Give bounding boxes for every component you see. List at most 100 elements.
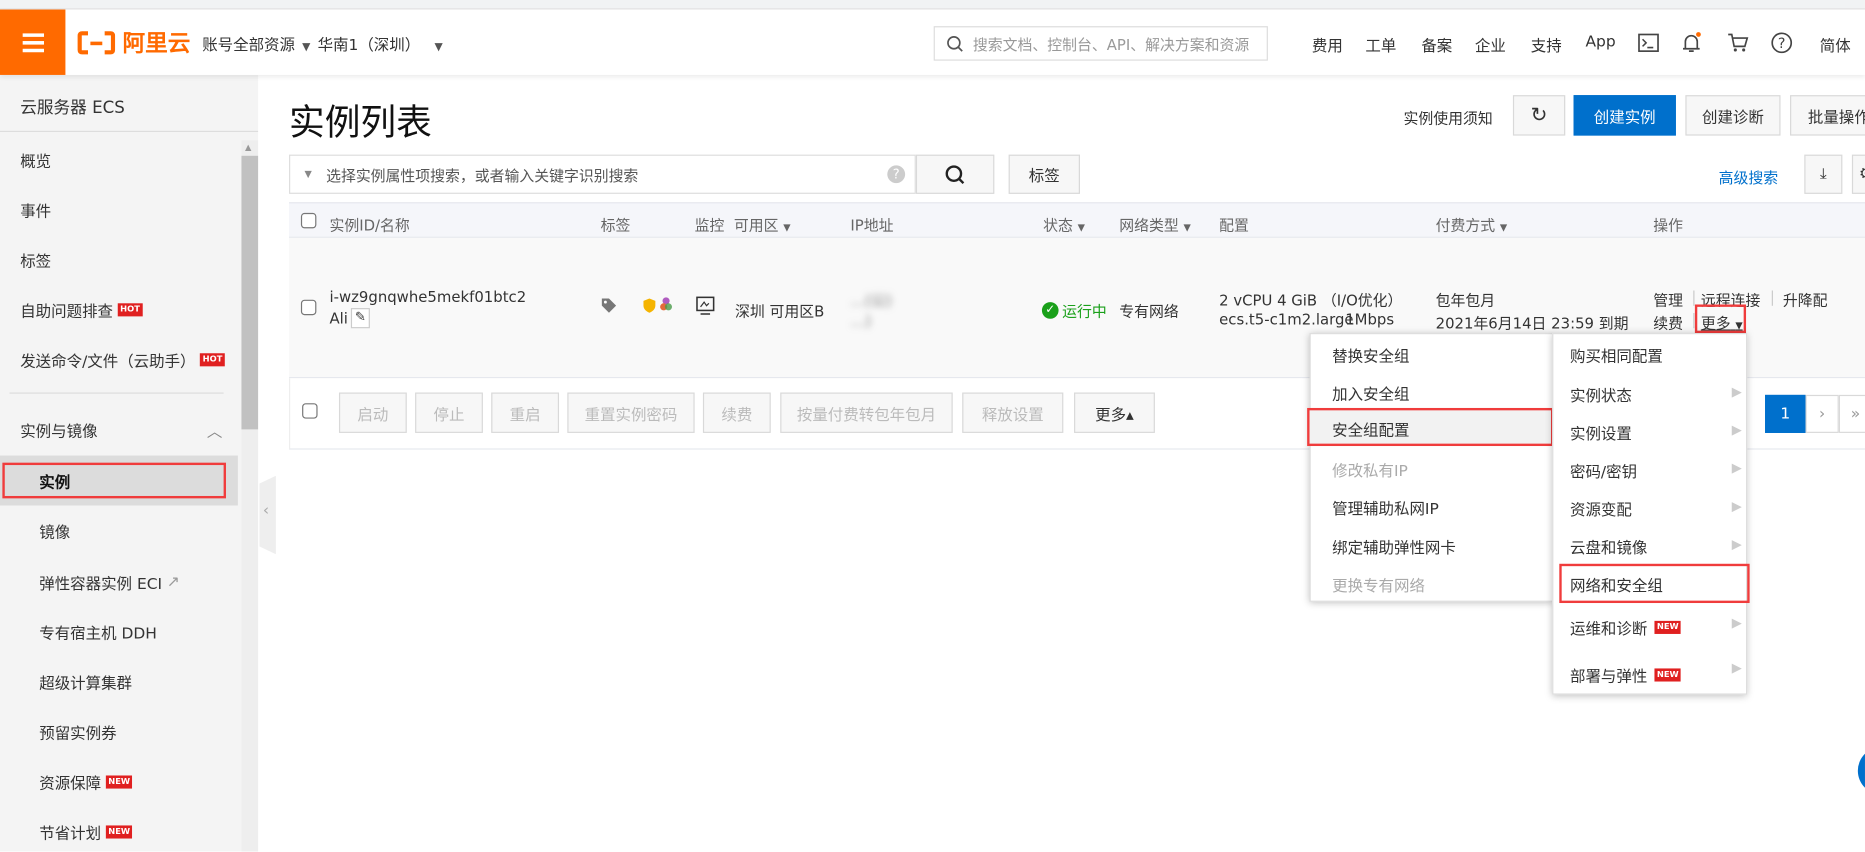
tag-icon[interactable] bbox=[601, 297, 618, 314]
menu-item-buy-same[interactable]: 购买相同配置 bbox=[1570, 344, 1663, 366]
bell-icon[interactable] bbox=[1679, 31, 1703, 55]
manage-link[interactable]: 管理 bbox=[1653, 288, 1683, 311]
sidebar-item-resource-guarantee[interactable]: 资源保障 NEW bbox=[39, 771, 133, 793]
export-button[interactable]: ⤓ bbox=[1804, 154, 1843, 194]
chevron-right-icon: ▶ bbox=[1731, 660, 1742, 676]
hamburger-icon bbox=[22, 32, 44, 52]
help-icon[interactable]: ? bbox=[887, 165, 906, 184]
release-settings-button[interactable]: 释放设置 bbox=[962, 392, 1064, 433]
start-button[interactable]: 启动 bbox=[338, 392, 407, 433]
language-switch[interactable]: 简体 bbox=[1820, 33, 1851, 56]
nav-support[interactable]: 支持 bbox=[1531, 33, 1562, 56]
sidebar-item-savings-plan[interactable]: 节省计划 NEW bbox=[39, 821, 133, 843]
edit-name-icon[interactable]: ✎ bbox=[350, 308, 370, 329]
separator: | bbox=[1691, 287, 1697, 306]
advanced-search-link[interactable]: 高级搜索 bbox=[1719, 165, 1778, 188]
nav-icp[interactable]: 备案 bbox=[1421, 33, 1452, 56]
region-select[interactable]: 华南1（深圳） ▼ bbox=[318, 32, 443, 55]
monitor-chart-icon[interactable] bbox=[696, 296, 715, 315]
more-actions-menu: 购买相同配置 实例状态 ▶ 实例设置 ▶ 密码/密钥 ▶ 资源变配 ▶ 云盘和镜像 ▶ 网… bbox=[1552, 333, 1750, 695]
convert-billing-button[interactable]: 按量付费转包年包月 bbox=[780, 392, 953, 433]
config-spec: 2 vCPU 4 GiB （I/O优化） bbox=[1219, 291, 1403, 310]
sidebar-item-overview[interactable]: 概览 bbox=[20, 149, 51, 171]
account-scope-select[interactable]: 账号全部资源 ▼ bbox=[202, 32, 310, 55]
sidebar-item-tags[interactable]: 标签 bbox=[20, 249, 51, 271]
reset-password-button[interactable]: 重置实例密码 bbox=[567, 392, 695, 433]
stop-button[interactable]: 停止 bbox=[415, 392, 483, 433]
help-icon[interactable]: ? bbox=[1770, 31, 1794, 55]
logo[interactable]: 阿里云 bbox=[77, 26, 190, 58]
menu-item-security-group-config[interactable]: 安全组配置 bbox=[1332, 417, 1409, 440]
sidebar-scrollbar-thumb[interactable] bbox=[241, 155, 259, 430]
security-shield-icon[interactable] bbox=[641, 297, 658, 314]
last-page-button[interactable]: » bbox=[1838, 394, 1865, 433]
sidebar-group-instances-images[interactable]: 实例与镜像 ︿ bbox=[20, 419, 222, 441]
page-1-button[interactable]: 1 bbox=[1765, 394, 1806, 433]
create-diagnosis-button[interactable]: 创建诊断 bbox=[1685, 95, 1781, 136]
menu-item-deploy-elastic[interactable]: 部署与弹性 NEW bbox=[1570, 664, 1682, 686]
terminal-icon[interactable] bbox=[1637, 31, 1661, 55]
menu-item-instance-status[interactable]: 实例状态 bbox=[1570, 383, 1632, 406]
menu-button[interactable] bbox=[0, 9, 66, 75]
col-actions: 操作 bbox=[1653, 216, 1684, 235]
col-billing[interactable]: 付费方式 ▼ bbox=[1436, 213, 1508, 236]
search-button[interactable] bbox=[915, 154, 995, 194]
row-checkbox[interactable] bbox=[300, 299, 317, 316]
global-search-input[interactable]: 搜索文档、控制台、API、解决方案和资源 bbox=[933, 26, 1268, 61]
cloud-monitor-app-icon[interactable] bbox=[659, 296, 673, 313]
sidebar-item-reserved[interactable]: 预留实例券 bbox=[39, 721, 116, 744]
menu-item-disk-image[interactable]: 云盘和镜像 bbox=[1570, 535, 1647, 558]
refresh-button[interactable]: ↻ bbox=[1512, 95, 1566, 136]
select-all-checkbox[interactable] bbox=[300, 212, 317, 229]
menu-item-manage-secondary-ip[interactable]: 管理辅助私网IP bbox=[1332, 496, 1439, 519]
more-bulk-button[interactable]: 更多▴ bbox=[1074, 392, 1155, 433]
sidebar-item-images[interactable]: 镜像 bbox=[39, 520, 70, 543]
select-all-checkbox-bottom[interactable] bbox=[302, 403, 318, 419]
menu-item-label: 资源变配 bbox=[1570, 501, 1632, 520]
restart-button[interactable]: 重启 bbox=[491, 392, 560, 433]
menu-item-replace-security-group[interactable]: 替换安全组 bbox=[1332, 344, 1409, 366]
next-page-button[interactable]: › bbox=[1805, 394, 1839, 433]
instance-type-link[interactable]: ecs.t5-c1m2.large bbox=[1219, 310, 1353, 328]
settings-button[interactable]: ⚙ bbox=[1851, 154, 1865, 194]
col-zone[interactable]: 可用区 ▼ bbox=[734, 213, 791, 236]
sidebar-item-instances[interactable]: 实例 bbox=[39, 470, 70, 493]
scroll-up-icon[interactable]: ▲ bbox=[245, 143, 251, 153]
floating-help-button[interactable] bbox=[1857, 746, 1865, 795]
resize-link[interactable]: 升降配 bbox=[1783, 288, 1828, 311]
caret-down-icon: ▼ bbox=[783, 222, 791, 234]
sidebar-item-scc[interactable]: 超级计算集群 bbox=[39, 671, 132, 694]
cart-icon[interactable] bbox=[1726, 31, 1750, 55]
tag-filter-button[interactable]: 标签 bbox=[1008, 154, 1080, 194]
nav-app[interactable]: App bbox=[1585, 33, 1615, 51]
col-instance-id: 实例ID/名称 bbox=[329, 216, 410, 235]
menu-item-resource-change[interactable]: 资源变配 bbox=[1570, 497, 1632, 520]
menu-item-password-key[interactable]: 密码/密钥 bbox=[1570, 459, 1637, 482]
sidebar-item-events[interactable]: 事件 bbox=[20, 199, 51, 221]
nav-tickets[interactable]: 工单 bbox=[1365, 33, 1396, 56]
sidebar-item-ddh[interactable]: 专有宿主机 DDH bbox=[39, 621, 157, 644]
nav-fees[interactable]: 费用 bbox=[1312, 33, 1343, 56]
nav-enterprise[interactable]: 企业 bbox=[1475, 33, 1506, 56]
create-instance-button[interactable]: 创建实例 bbox=[1573, 95, 1676, 136]
renew-link[interactable]: 续费 bbox=[1653, 310, 1683, 333]
sidebar-item-troubleshoot[interactable]: 自助问题排查 HOT bbox=[20, 299, 143, 321]
menu-item-ops-diagnosis[interactable]: 运维和诊断 NEW bbox=[1570, 616, 1682, 639]
sidebar-item-eci[interactable]: 弹性容器实例 ECI ↗ bbox=[39, 571, 180, 593]
col-network-type[interactable]: 网络类型 ▼ bbox=[1119, 213, 1191, 236]
usage-notice-link[interactable]: 实例使用须知 bbox=[1403, 106, 1492, 129]
sidebar-item-cloud-assistant[interactable]: 发送命令/文件（云助手） HOT bbox=[20, 348, 225, 371]
menu-item-network-security[interactable]: 网络和安全组 bbox=[1570, 573, 1663, 596]
instance-id-link[interactable]: i-wz9gnqwhe5mekf01btc2 bbox=[329, 288, 526, 306]
sidebar-collapse-handle[interactable]: ‹ bbox=[259, 475, 276, 555]
menu-item-join-security-group[interactable]: 加入安全组 bbox=[1332, 382, 1409, 405]
col-status[interactable]: 状态 ▼ bbox=[1043, 213, 1085, 236]
menu-item-instance-settings[interactable]: 实例设置 bbox=[1570, 421, 1632, 444]
chevron-left-icon: ‹ bbox=[262, 501, 270, 520]
menu-item-bind-eni[interactable]: 绑定辅助弹性网卡 bbox=[1332, 535, 1456, 558]
renew-button[interactable]: 续费 bbox=[702, 392, 771, 433]
ip-address-public: …(公) bbox=[850, 291, 892, 310]
batch-operations-button[interactable]: 批量操作 bbox=[1790, 95, 1865, 136]
menu-item-label: 实例状态 bbox=[1570, 387, 1632, 406]
instance-search-input[interactable]: ▼ 选择实例属性项搜索，或者输入关键字识别搜索 ? bbox=[289, 154, 916, 194]
